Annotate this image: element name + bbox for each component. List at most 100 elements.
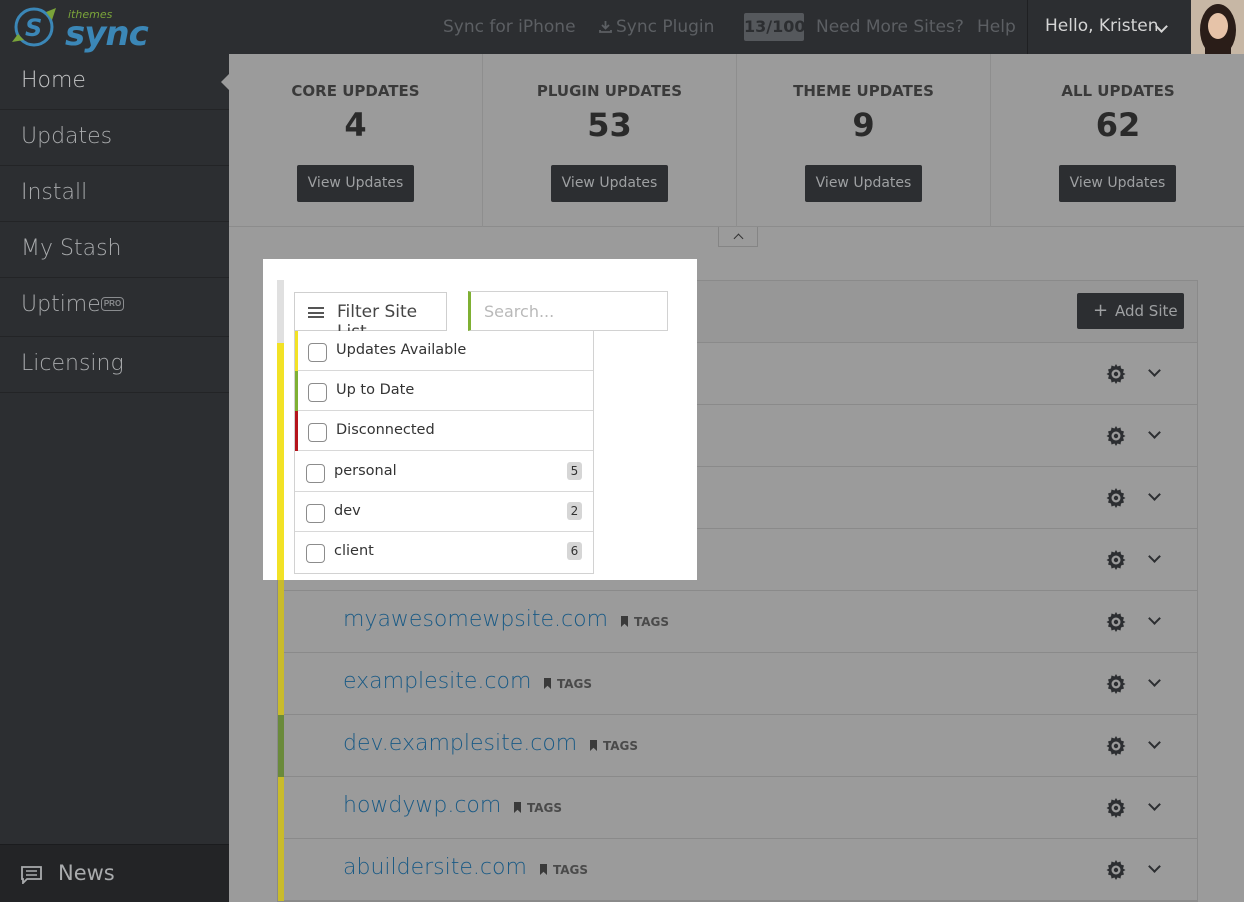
updates-summary: CORE UPDATES 4 View Updates PLUGIN UPDAT… <box>229 54 1244 227</box>
gear-icon[interactable] <box>1104 672 1128 701</box>
chevron-down-icon[interactable] <box>1148 426 1161 439</box>
tag-count-badge: 5 <box>567 462 582 480</box>
checkbox[interactable] <box>306 504 325 523</box>
chevron-down-icon[interactable] <box>1148 550 1161 563</box>
filter-option-updates-available[interactable]: Updates Available <box>295 331 593 371</box>
plus-icon: + <box>1093 300 1109 321</box>
stat-value: 62 <box>1095 106 1141 144</box>
chevron-down-icon[interactable] <box>1148 364 1161 377</box>
gear-icon[interactable] <box>1104 424 1128 453</box>
filter-option-up-to-date[interactable]: Up to Date <box>295 371 593 411</box>
gear-icon[interactable] <box>1104 858 1128 887</box>
checkbox[interactable] <box>306 544 325 563</box>
view-plugin-updates-button[interactable]: View Updates <box>551 165 668 202</box>
sidebar-item-label: Uptime <box>21 292 101 317</box>
gear-icon[interactable] <box>1104 362 1128 391</box>
sidebar-item-news[interactable]: News <box>0 844 229 902</box>
filter-tag-dev[interactable]: dev 2 <box>295 492 593 532</box>
download-icon <box>599 21 612 33</box>
site-row[interactable]: dev.examplesite.com TAGS <box>278 715 1197 777</box>
search-input[interactable] <box>468 291 668 331</box>
status-stripe <box>295 371 298 411</box>
checkbox[interactable] <box>306 464 325 483</box>
site-row[interactable]: examplesite.com TAGS <box>278 653 1197 715</box>
menu-icon <box>308 307 324 318</box>
need-more-sites-link[interactable]: Need More Sites? <box>816 17 964 37</box>
theme-updates-stat: THEME UPDATES 9 View Updates <box>737 54 991 227</box>
filter-popup: Filter Site List Updates Available Up to… <box>263 259 697 580</box>
chevron-down-icon[interactable] <box>1148 736 1161 749</box>
stat-title: THEME UPDATES <box>793 82 934 100</box>
gear-icon[interactable] <box>1104 548 1128 577</box>
chevron-down-icon[interactable] <box>1148 674 1161 687</box>
stat-value: 9 <box>852 106 875 144</box>
site-name-link[interactable]: dev.examplesite.com <box>343 731 577 756</box>
filter-site-list-button[interactable]: Filter Site List <box>294 292 447 342</box>
site-name-link[interactable]: myawesomewpsite.com <box>343 607 608 632</box>
news-icon <box>21 866 42 884</box>
view-core-updates-button[interactable]: View Updates <box>297 165 414 202</box>
avatar[interactable] <box>1191 0 1244 54</box>
gear-icon[interactable] <box>1104 734 1128 763</box>
sidebar-item-my-stash[interactable]: My Stash <box>0 222 229 278</box>
site-tags-link[interactable]: TAGS <box>621 615 669 629</box>
gear-icon[interactable] <box>1104 610 1128 639</box>
sidebar-item-install[interactable]: Install <box>0 166 229 222</box>
sidebar-item-home[interactable]: Home <box>0 54 230 110</box>
add-site-button[interactable]: + Add Site <box>1077 293 1184 329</box>
site-row[interactable]: myawesomewpsite.com TAGS <box>278 591 1197 653</box>
pro-badge: PRO <box>101 297 124 311</box>
filter-tag-personal[interactable]: personal 5 <box>295 452 593 492</box>
checkbox[interactable] <box>308 423 327 442</box>
help-link[interactable]: Help <box>977 17 1016 37</box>
sidebar-item-updates[interactable]: Updates <box>0 110 229 166</box>
view-all-updates-button[interactable]: View Updates <box>1059 165 1176 202</box>
chevron-down-icon[interactable] <box>1148 860 1161 873</box>
bookmark-icon <box>514 802 521 813</box>
site-name-link[interactable]: abuildersite.com <box>343 855 527 880</box>
sidebar-item-licensing[interactable]: Licensing <box>0 337 229 393</box>
site-status-bar <box>278 777 284 839</box>
sidebar-item-label: Home <box>21 68 86 93</box>
sidebar: Home Updates Install My Stash Uptime PRO… <box>0 54 230 902</box>
option-label: Disconnected <box>336 422 435 438</box>
site-row[interactable]: howdywp.com TAGS <box>278 777 1197 839</box>
tag-count-badge: 6 <box>567 542 582 560</box>
option-label: Up to Date <box>336 382 415 398</box>
gear-icon[interactable] <box>1104 486 1128 515</box>
checkbox[interactable] <box>308 383 327 402</box>
chevron-up-icon <box>733 233 744 244</box>
stat-value: 4 <box>344 106 367 144</box>
user-greeting[interactable]: Hello, Kristen <box>1045 16 1159 36</box>
filter-dropdown: Updates Available Up to Date Disconnecte… <box>294 331 594 574</box>
checkbox[interactable] <box>308 343 327 362</box>
bookmark-icon <box>544 678 551 689</box>
site-name-link[interactable]: examplesite.com <box>343 669 531 694</box>
chevron-down-icon[interactable] <box>1148 798 1161 811</box>
sync-iphone-link[interactable]: Sync for iPhone <box>443 17 576 37</box>
site-name-link[interactable]: howdywp.com <box>343 793 501 818</box>
filter-tag-client[interactable]: client 6 <box>295 532 593 572</box>
site-tags-link[interactable]: TAGS <box>590 739 638 753</box>
status-stripe <box>295 331 298 371</box>
sidebar-item-label: Updates <box>21 124 113 149</box>
filter-option-disconnected[interactable]: Disconnected <box>295 411 593 451</box>
svg-text:S: S <box>25 14 42 42</box>
chevron-down-icon[interactable] <box>1148 488 1161 501</box>
chevron-down-icon[interactable] <box>1148 612 1161 625</box>
view-theme-updates-button[interactable]: View Updates <box>805 165 922 202</box>
tags-label: TAGS <box>527 801 563 815</box>
site-tags-link[interactable]: TAGS <box>540 863 588 877</box>
site-tags-link[interactable]: TAGS <box>514 801 562 815</box>
gear-icon[interactable] <box>1104 796 1128 825</box>
ithemes-sync-logo[interactable]: S ithemes sync <box>10 4 149 54</box>
site-tags-link[interactable]: TAGS <box>544 677 592 691</box>
sidebar-item-label: My Stash <box>21 236 122 261</box>
site-row[interactable]: abuildersite.com TAGS <box>278 839 1197 901</box>
collapse-summary-button[interactable] <box>718 227 758 247</box>
logo-sync-text: sync <box>65 14 149 54</box>
filter-status-strip <box>277 280 284 580</box>
stat-title: PLUGIN UPDATES <box>536 82 683 100</box>
stat-title: CORE UPDATES <box>291 82 420 100</box>
sync-plugin-link[interactable]: Sync Plugin <box>599 17 714 37</box>
